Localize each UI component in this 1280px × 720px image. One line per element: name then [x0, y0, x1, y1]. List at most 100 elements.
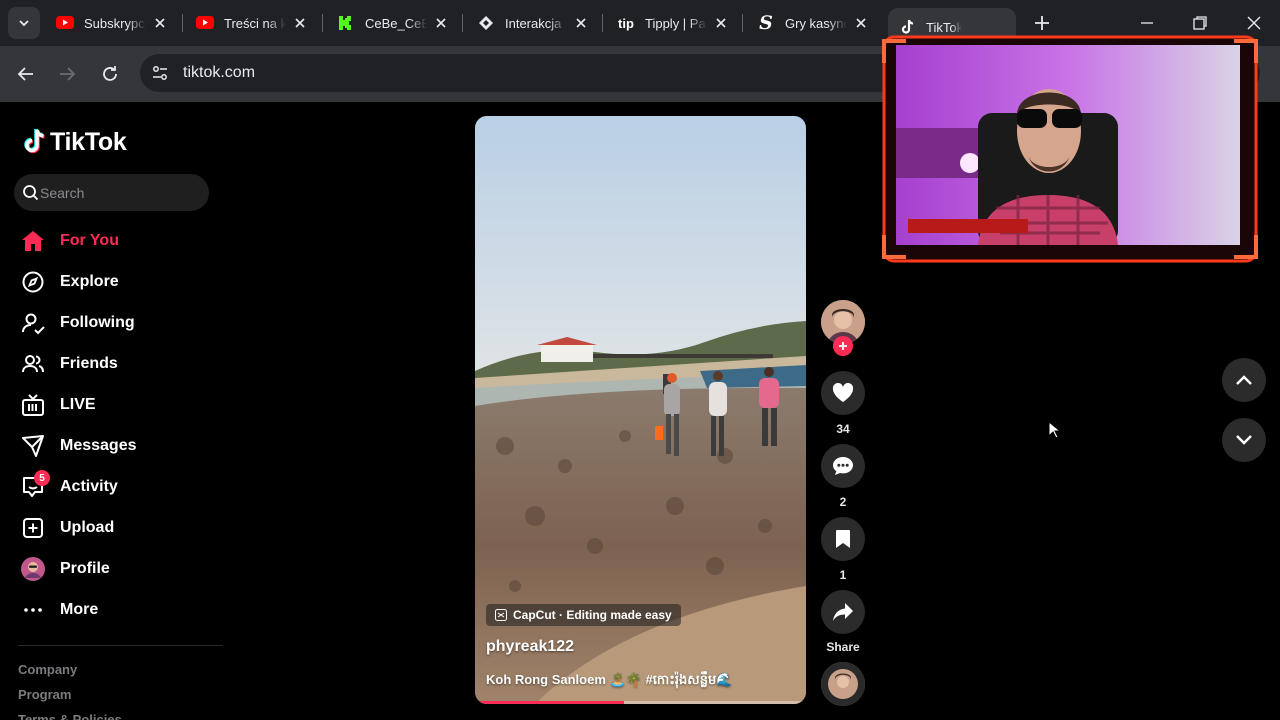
- tab-title: Gry kasynowe: [785, 15, 847, 31]
- nav-messages[interactable]: Messages: [20, 428, 220, 464]
- comment-button[interactable]: [821, 444, 865, 488]
- footer-link-program[interactable]: Program: [18, 687, 71, 702]
- close-icon[interactable]: [853, 15, 869, 31]
- capcut-label: CapCut · Editing made easy: [513, 608, 672, 622]
- sound-disc-image: [821, 662, 865, 706]
- upload-icon: [20, 515, 46, 541]
- comment-icon: [833, 457, 853, 475]
- nav-label: LIVE: [60, 396, 96, 413]
- window-close-icon[interactable]: [1244, 13, 1264, 33]
- nav-label: Friends: [60, 355, 118, 372]
- url-text: tiktok.com: [183, 64, 256, 81]
- video-player[interactable]: CapCut · Editing made easy phyreak122 Ko…: [475, 116, 806, 704]
- share-label: Share: [826, 640, 860, 654]
- sidebar-divider: [18, 645, 223, 646]
- close-icon[interactable]: [292, 15, 308, 31]
- footer-link-company[interactable]: Company: [18, 662, 77, 677]
- tab-youtube-subscriptions[interactable]: Subskrypcje - YouTube: [56, 8, 168, 38]
- nav-label: Messages: [60, 437, 137, 454]
- nav-label: Explore: [60, 273, 119, 290]
- like-button[interactable]: [821, 371, 865, 415]
- close-icon[interactable]: [573, 15, 589, 31]
- tab-separator: [182, 14, 183, 32]
- nav-profile[interactable]: Profile: [20, 551, 220, 587]
- tab-youtube-studio[interactable]: Treści na kanale - YouTube Studio: [196, 8, 308, 38]
- tiktok-logo-icon: [24, 128, 45, 154]
- nav-following[interactable]: Following: [20, 305, 220, 341]
- search-icon: [23, 185, 39, 201]
- close-icon[interactable]: [433, 15, 449, 31]
- live-icon: [20, 392, 46, 418]
- forward-arrow-icon[interactable]: [56, 63, 78, 85]
- activity-icon: 5: [20, 470, 50, 500]
- close-icon[interactable]: [152, 15, 168, 31]
- friends-icon: [20, 351, 46, 377]
- share-button[interactable]: [821, 590, 865, 634]
- save-button[interactable]: [821, 517, 865, 561]
- capcut-icon: [495, 609, 507, 621]
- tab-separator: [322, 14, 323, 32]
- save-count: 1: [839, 568, 847, 582]
- previous-video-button[interactable]: [1222, 358, 1266, 402]
- back-arrow-icon[interactable]: [15, 63, 37, 85]
- nav-upload[interactable]: Upload: [20, 510, 220, 546]
- webcam-overlay: [882, 35, 1258, 263]
- new-tab-button[interactable]: [1032, 13, 1052, 33]
- next-video-button[interactable]: [1222, 418, 1266, 462]
- profile-avatar: [20, 556, 46, 582]
- diamond-icon: [477, 14, 495, 32]
- tab-title: Subskrypcje - YouTube: [84, 15, 146, 31]
- nav-for-you[interactable]: For You: [20, 223, 220, 259]
- mouse-cursor-icon: [1048, 421, 1060, 439]
- tipply-icon: tip: [618, 15, 634, 31]
- sound-disc[interactable]: [821, 662, 865, 706]
- chevron-down-icon: [19, 20, 29, 27]
- nav-more[interactable]: More: [20, 592, 220, 628]
- nav-live[interactable]: LIVE: [20, 387, 220, 423]
- tab-title: Interakcja: [505, 15, 562, 31]
- notification-badge: 5: [34, 470, 50, 486]
- nav-explore[interactable]: Explore: [20, 264, 220, 300]
- comment-count: 2: [839, 495, 847, 509]
- search-box[interactable]: [14, 174, 209, 211]
- close-icon[interactable]: [713, 15, 729, 31]
- tab-separator: [462, 14, 463, 32]
- tab-kick[interactable]: CeBe_CeBe - Kick: [337, 8, 449, 38]
- tab-gry-kasynowe[interactable]: S Gry kasynowe: [757, 8, 869, 38]
- site-settings-icon[interactable]: [150, 63, 170, 83]
- logo-wordmark: TikTok: [50, 127, 127, 156]
- nav-label: Profile: [60, 560, 110, 577]
- messages-icon: [20, 433, 46, 459]
- kick-icon: [337, 14, 355, 32]
- home-icon: [20, 228, 46, 254]
- video-author[interactable]: phyreak122: [486, 638, 574, 656]
- plus-icon: [839, 342, 847, 350]
- capcut-tag[interactable]: CapCut · Editing made easy: [486, 604, 681, 626]
- heart-icon: [832, 383, 854, 402]
- minimize-icon[interactable]: [1137, 13, 1157, 33]
- tiktok-logo[interactable]: TikTok: [22, 126, 127, 158]
- search-input[interactable]: [40, 174, 205, 211]
- tab-separator: [602, 14, 603, 32]
- footer-link-terms[interactable]: Terms & Policies: [18, 712, 122, 720]
- compass-icon: [20, 269, 46, 295]
- video-progress-bar[interactable]: [475, 701, 806, 704]
- nav-label: Upload: [60, 519, 115, 536]
- chevron-down-icon: [1236, 435, 1252, 445]
- nav-label: Following: [60, 314, 135, 331]
- following-icon: [20, 310, 46, 336]
- plus-icon: [1035, 16, 1049, 30]
- tab-search-button[interactable]: [8, 7, 40, 39]
- tab-tipply[interactable]: tip Tipply | Panel: [617, 8, 729, 38]
- nav-activity[interactable]: 5 Activity: [20, 469, 220, 505]
- share-icon: [833, 603, 853, 621]
- reload-icon[interactable]: [99, 63, 121, 85]
- nav-friends[interactable]: Friends: [20, 346, 220, 382]
- follow-button[interactable]: [833, 336, 853, 356]
- restore-icon[interactable]: [1190, 13, 1210, 33]
- tab-interakcja[interactable]: Interakcja: [477, 8, 589, 38]
- tab-separator: [742, 14, 743, 32]
- nav-label: Activity: [60, 478, 118, 495]
- chevron-up-icon: [1236, 375, 1252, 385]
- s-logo-icon: S: [759, 12, 773, 34]
